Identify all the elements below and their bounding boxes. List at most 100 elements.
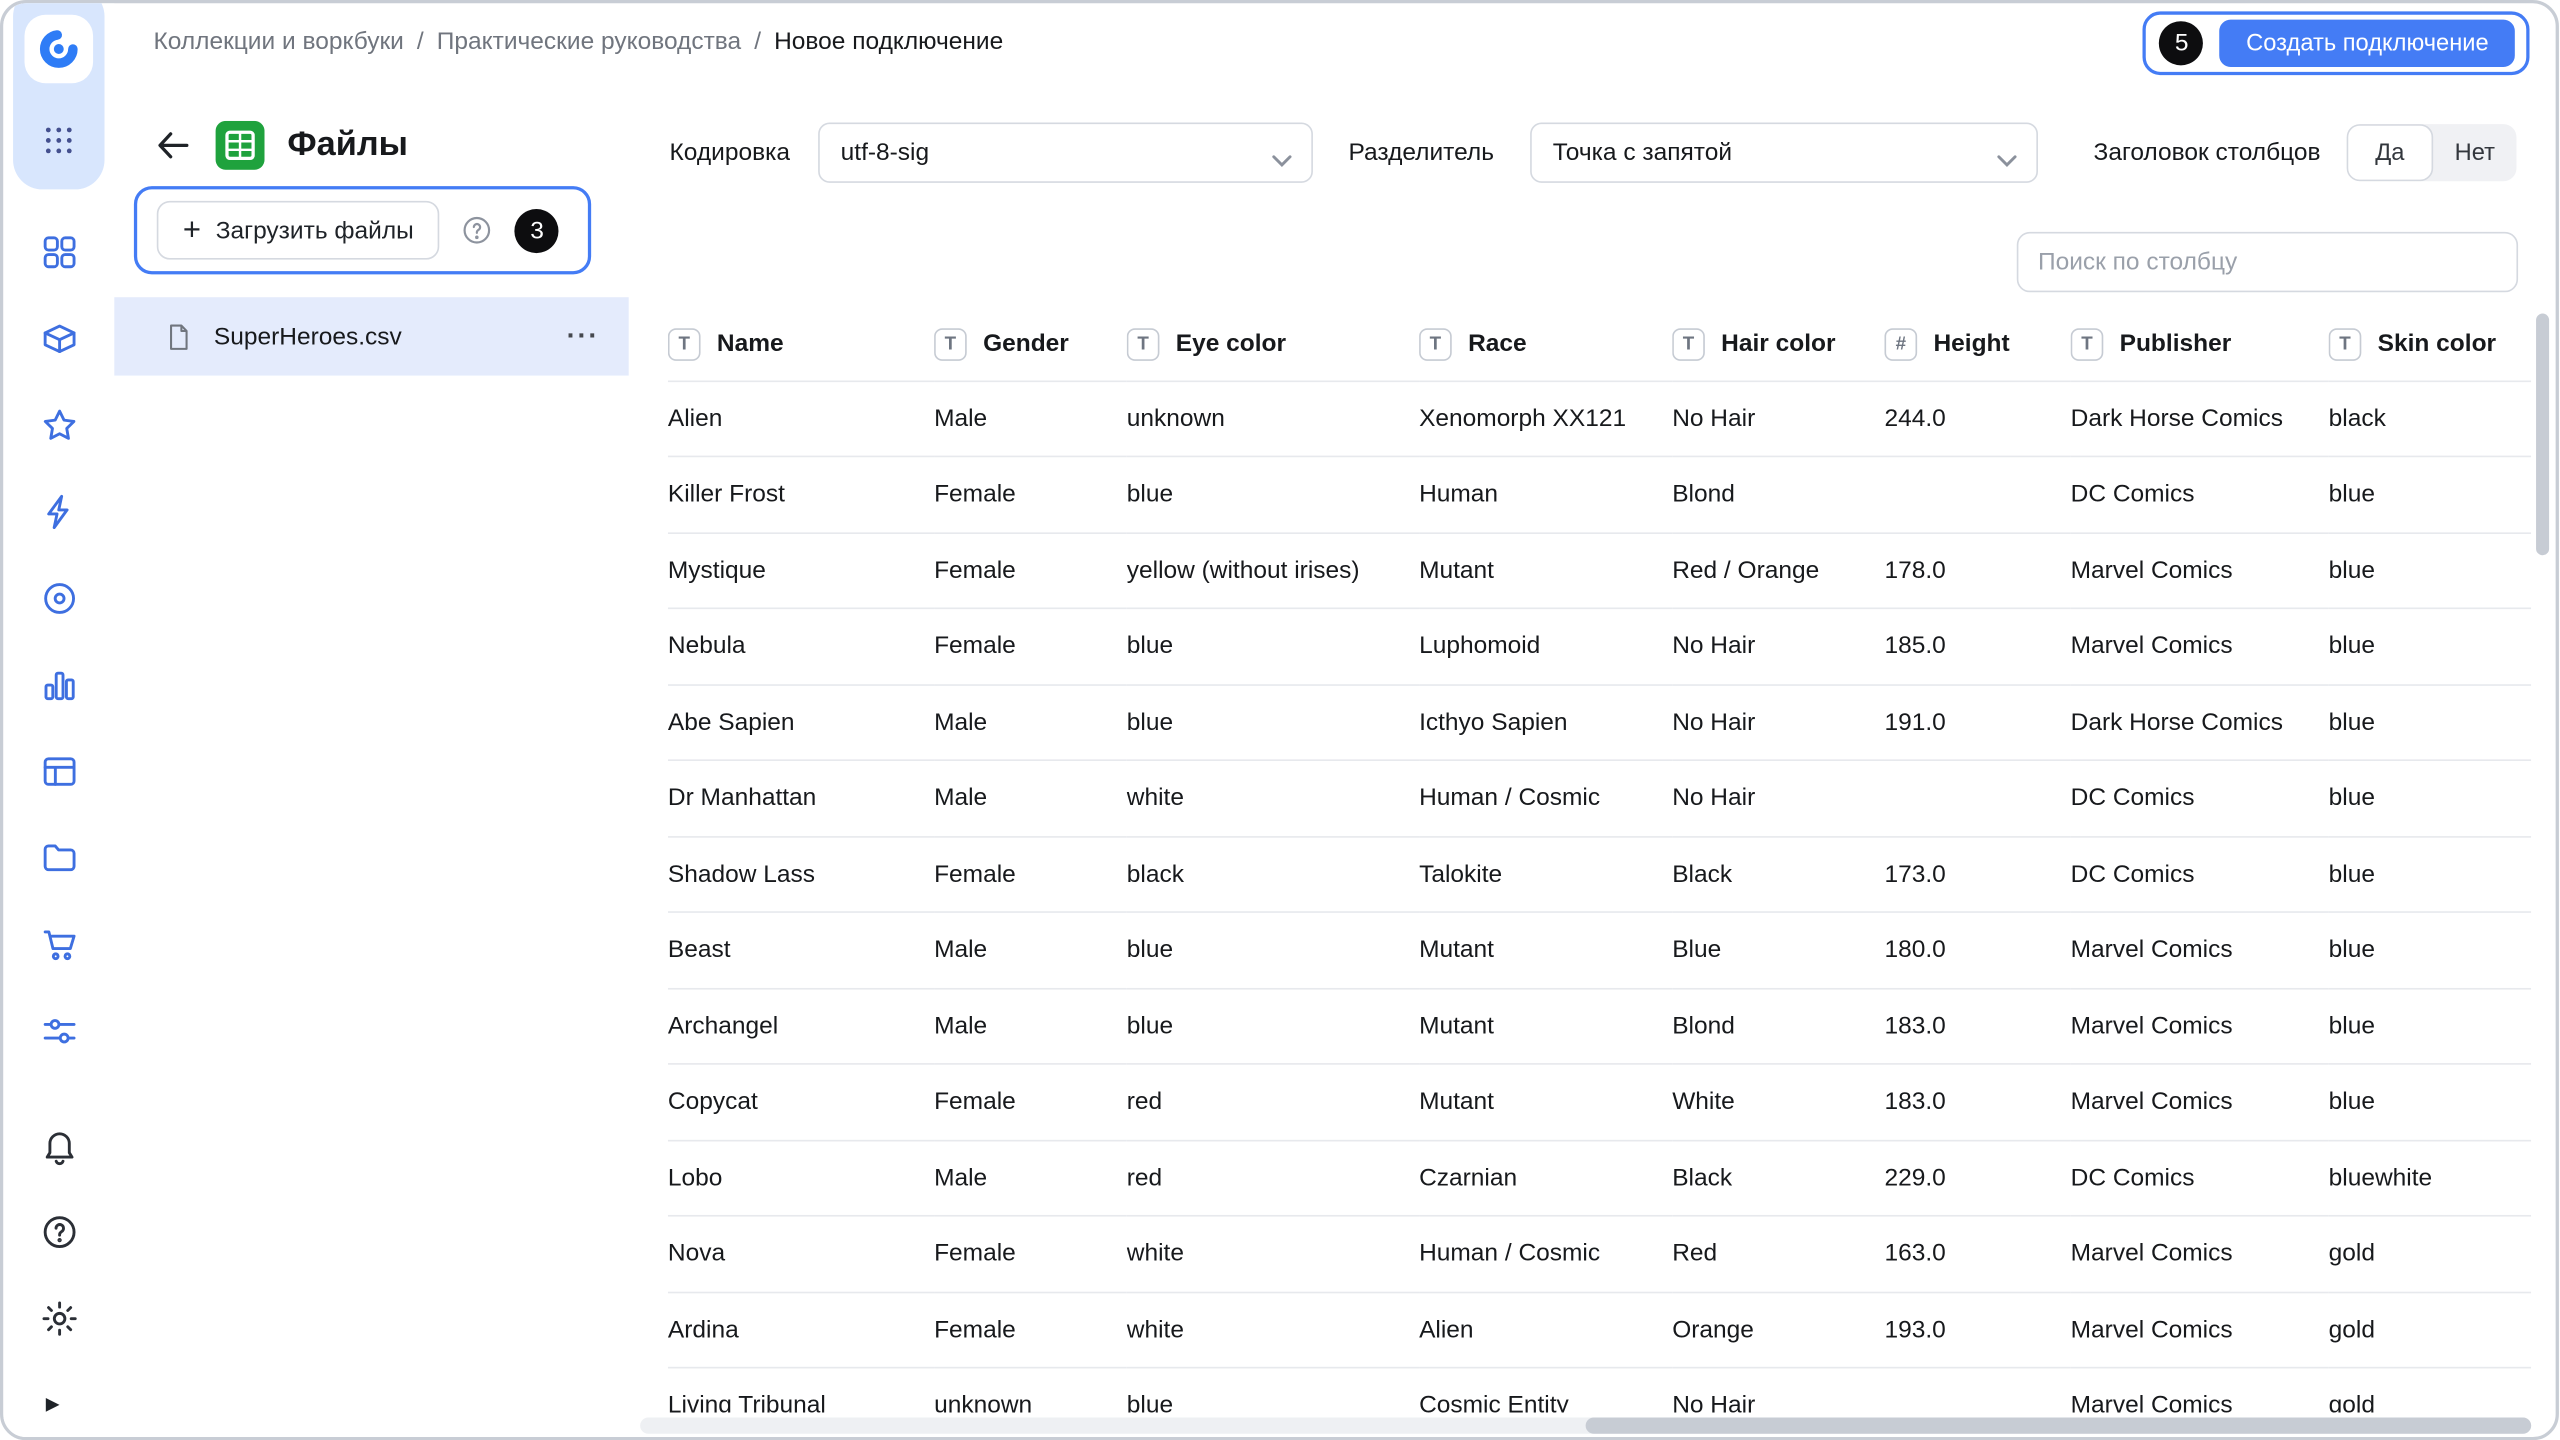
table-cell: No Hair bbox=[1672, 1368, 1884, 1413]
table-row: LoboMaleredCzarnianBlack229.0DC Comicsbl… bbox=[668, 1140, 2531, 1216]
table-cell: No Hair bbox=[1672, 380, 1884, 456]
table-cell: Mutant bbox=[1419, 988, 1672, 1064]
table-cell: blue bbox=[2329, 532, 2531, 608]
datasets-table-icon[interactable] bbox=[38, 751, 79, 800]
services-sliders-icon[interactable] bbox=[38, 1011, 79, 1060]
apps-grid-icon[interactable] bbox=[38, 119, 80, 161]
table-row: ArchangelMaleblueMutantBlond183.0Marvel … bbox=[668, 988, 2531, 1064]
table-cell: Female bbox=[934, 1292, 1127, 1368]
back-arrow-icon[interactable] bbox=[154, 126, 193, 165]
help-question-icon[interactable] bbox=[38, 1212, 79, 1261]
table-cell: 163.0 bbox=[1884, 1216, 2070, 1292]
table-cell: Female bbox=[934, 456, 1127, 532]
favorites-star-icon[interactable] bbox=[38, 405, 79, 454]
vertical-scrollbar-thumb[interactable] bbox=[2536, 314, 2549, 556]
table-cell bbox=[1884, 456, 2070, 532]
table-cell: Dark Horse Comics bbox=[2071, 380, 2329, 456]
marketplace-cart-icon[interactable] bbox=[38, 924, 79, 973]
table-cell: Marvel Comics bbox=[2071, 912, 2329, 988]
table-cell: Abe Sapien bbox=[668, 684, 934, 760]
table-cell: Cosmic Entity bbox=[1419, 1368, 1672, 1413]
text-type-icon: T bbox=[1419, 328, 1452, 361]
file-more-menu[interactable]: ··· bbox=[567, 320, 600, 353]
column-header: TRace bbox=[1419, 309, 1672, 381]
table-cell: blue bbox=[1127, 912, 1419, 988]
column-label: Hair color bbox=[1721, 330, 1835, 358]
encoding-label: Кодировка bbox=[670, 139, 790, 167]
delimiter-value: Точка с запятой bbox=[1553, 139, 1732, 167]
column-label: Name bbox=[717, 330, 784, 358]
connections-folder-icon[interactable] bbox=[38, 838, 79, 887]
datalens-logo[interactable] bbox=[24, 15, 93, 84]
upload-help-icon[interactable] bbox=[461, 214, 494, 247]
table-cell: Xenomorph XX121 bbox=[1419, 380, 1672, 456]
table-cell: 191.0 bbox=[1884, 684, 2070, 760]
table-cell: Female bbox=[934, 608, 1127, 684]
table-cell: Alien bbox=[1419, 1292, 1672, 1368]
panel-title: Файлы bbox=[287, 126, 408, 165]
create-connection-button[interactable]: Создать подключение bbox=[2220, 20, 2515, 67]
table-cell: blue bbox=[1127, 988, 1419, 1064]
table-cell: DC Comics bbox=[2071, 456, 2329, 532]
horizontal-scrollbar-thumb[interactable] bbox=[1586, 1417, 2532, 1433]
text-type-icon: T bbox=[2329, 328, 2362, 361]
text-type-icon: T bbox=[1672, 328, 1705, 361]
delimiter-select[interactable]: Точка с запятой bbox=[1530, 122, 2038, 182]
table-cell: No Hair bbox=[1672, 608, 1884, 684]
files-panel-header: Файлы bbox=[154, 121, 408, 170]
encoding-select[interactable]: utf-8-sig bbox=[818, 122, 1313, 182]
chevron-down-icon bbox=[1272, 146, 1292, 159]
table-row: Abe SapienMaleblueIcthyo SapienNo Hair19… bbox=[668, 684, 2531, 760]
table-cell: Blond bbox=[1672, 988, 1884, 1064]
table-cell: Mutant bbox=[1419, 532, 1672, 608]
column-label: Skin color bbox=[2378, 330, 2496, 358]
file-settings-row: Кодировка utf-8-sig Разделитель Точка с … bbox=[670, 122, 2517, 182]
breadcrumb: Коллекции и воркбуки / Практические руково… bbox=[154, 28, 1004, 56]
table-cell: Dr Manhattan bbox=[668, 760, 934, 836]
table-cell: Male bbox=[934, 760, 1127, 836]
files-panel: Файлы + Загрузить файлы 3 SuperHeroes.cs… bbox=[114, 82, 628, 1437]
editor-circle-icon[interactable] bbox=[38, 578, 79, 627]
breadcrumb-separator: / bbox=[754, 28, 761, 56]
breadcrumb-item[interactable]: Коллекции и воркбуки bbox=[154, 28, 404, 56]
table-cell: unknown bbox=[934, 1368, 1127, 1413]
table-cell: Human bbox=[1419, 456, 1672, 532]
table-cell: black bbox=[1127, 836, 1419, 912]
table-cell: 173.0 bbox=[1884, 836, 2070, 912]
table-cell: Living Tribunal bbox=[668, 1368, 934, 1413]
table-cell: Blond bbox=[1672, 456, 1884, 532]
table-cell: unknown bbox=[1127, 380, 1419, 456]
notifications-bell-icon[interactable] bbox=[38, 1125, 79, 1174]
toggle-no[interactable]: Нет bbox=[2433, 124, 2516, 181]
charts-bar-icon[interactable] bbox=[38, 665, 79, 714]
horizontal-scrollbar[interactable] bbox=[640, 1417, 2531, 1433]
upload-files-button[interactable]: + Загрузить файлы bbox=[157, 201, 440, 260]
vertical-scrollbar[interactable] bbox=[2536, 309, 2549, 1400]
expand-panel-icon[interactable]: ▶ bbox=[46, 1393, 60, 1414]
table-cell: DC Comics bbox=[2071, 1140, 2329, 1216]
text-type-icon: T bbox=[1127, 328, 1160, 361]
table-cell: Male bbox=[934, 684, 1127, 760]
table-cell: 185.0 bbox=[1884, 608, 2070, 684]
toggle-yes[interactable]: Да bbox=[2347, 124, 2434, 181]
table-cell: Red bbox=[1672, 1216, 1884, 1292]
collections-grid-icon[interactable] bbox=[38, 232, 79, 281]
column-header: TGender bbox=[934, 309, 1127, 381]
column-search-input[interactable] bbox=[2017, 232, 2518, 292]
table-cell: Lobo bbox=[668, 1140, 934, 1216]
lightning-icon[interactable] bbox=[38, 492, 79, 541]
table-cell: blue bbox=[2329, 836, 2531, 912]
table-cell: blue bbox=[2329, 456, 2531, 532]
workbooks-box-icon[interactable] bbox=[38, 318, 79, 367]
rail-bottom bbox=[3, 1125, 114, 1347]
table-cell: Dark Horse Comics bbox=[2071, 684, 2329, 760]
table-cell: Luphomoid bbox=[1419, 608, 1672, 684]
file-list-item-selected[interactable]: SuperHeroes.csv ··· bbox=[114, 297, 628, 375]
upload-files-label: Загрузить файлы bbox=[216, 216, 414, 244]
breadcrumb-item[interactable]: Практические руководства bbox=[437, 28, 741, 56]
column-search bbox=[2017, 232, 2518, 292]
settings-gear-icon[interactable] bbox=[38, 1298, 79, 1347]
column-label: Height bbox=[1933, 330, 2009, 358]
table-cell: blue bbox=[1127, 684, 1419, 760]
plus-icon: + bbox=[183, 215, 201, 246]
